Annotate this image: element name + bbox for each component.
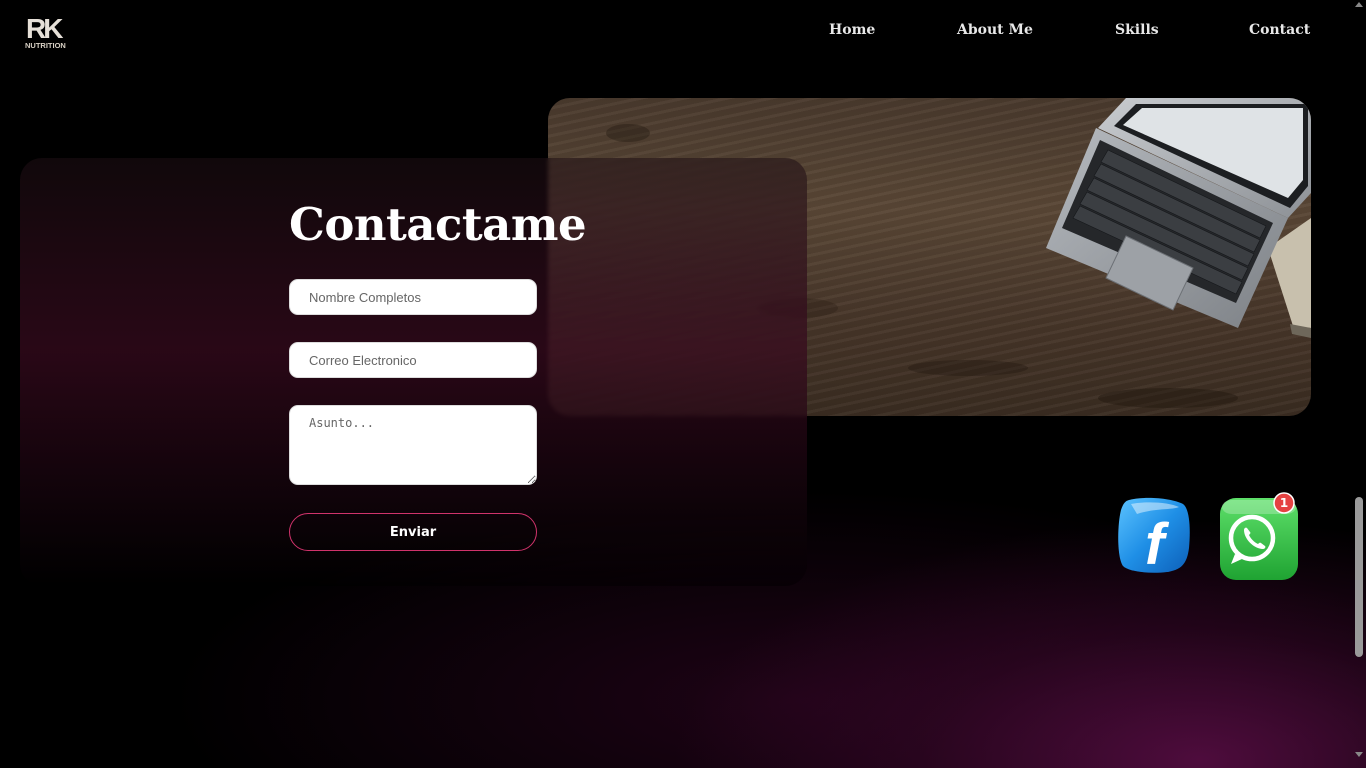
message-textarea[interactable] [289,405,537,485]
contact-title: Contactame [289,198,587,251]
email-input[interactable] [289,342,537,378]
send-button[interactable]: Enviar [289,513,537,551]
nav-skills[interactable]: Skills [1115,22,1159,38]
main-nav: Home About Me Skills Contact [0,22,1366,42]
facebook-icon[interactable]: f [1115,496,1191,577]
scroll-down-arrow-icon[interactable] [1355,752,1363,757]
notification-badge: 1 [1279,496,1289,510]
scroll-up-arrow-icon[interactable] [1355,2,1363,7]
nav-home[interactable]: Home [829,22,875,38]
name-input[interactable] [289,279,537,315]
scrollbar-thumb[interactable] [1355,497,1363,657]
nav-contact[interactable]: Contact [1249,22,1310,38]
page-scrollbar[interactable] [1352,0,1366,768]
svg-text:NUTRITION: NUTRITION [25,41,66,50]
nav-about-me[interactable]: About Me [957,22,1033,38]
